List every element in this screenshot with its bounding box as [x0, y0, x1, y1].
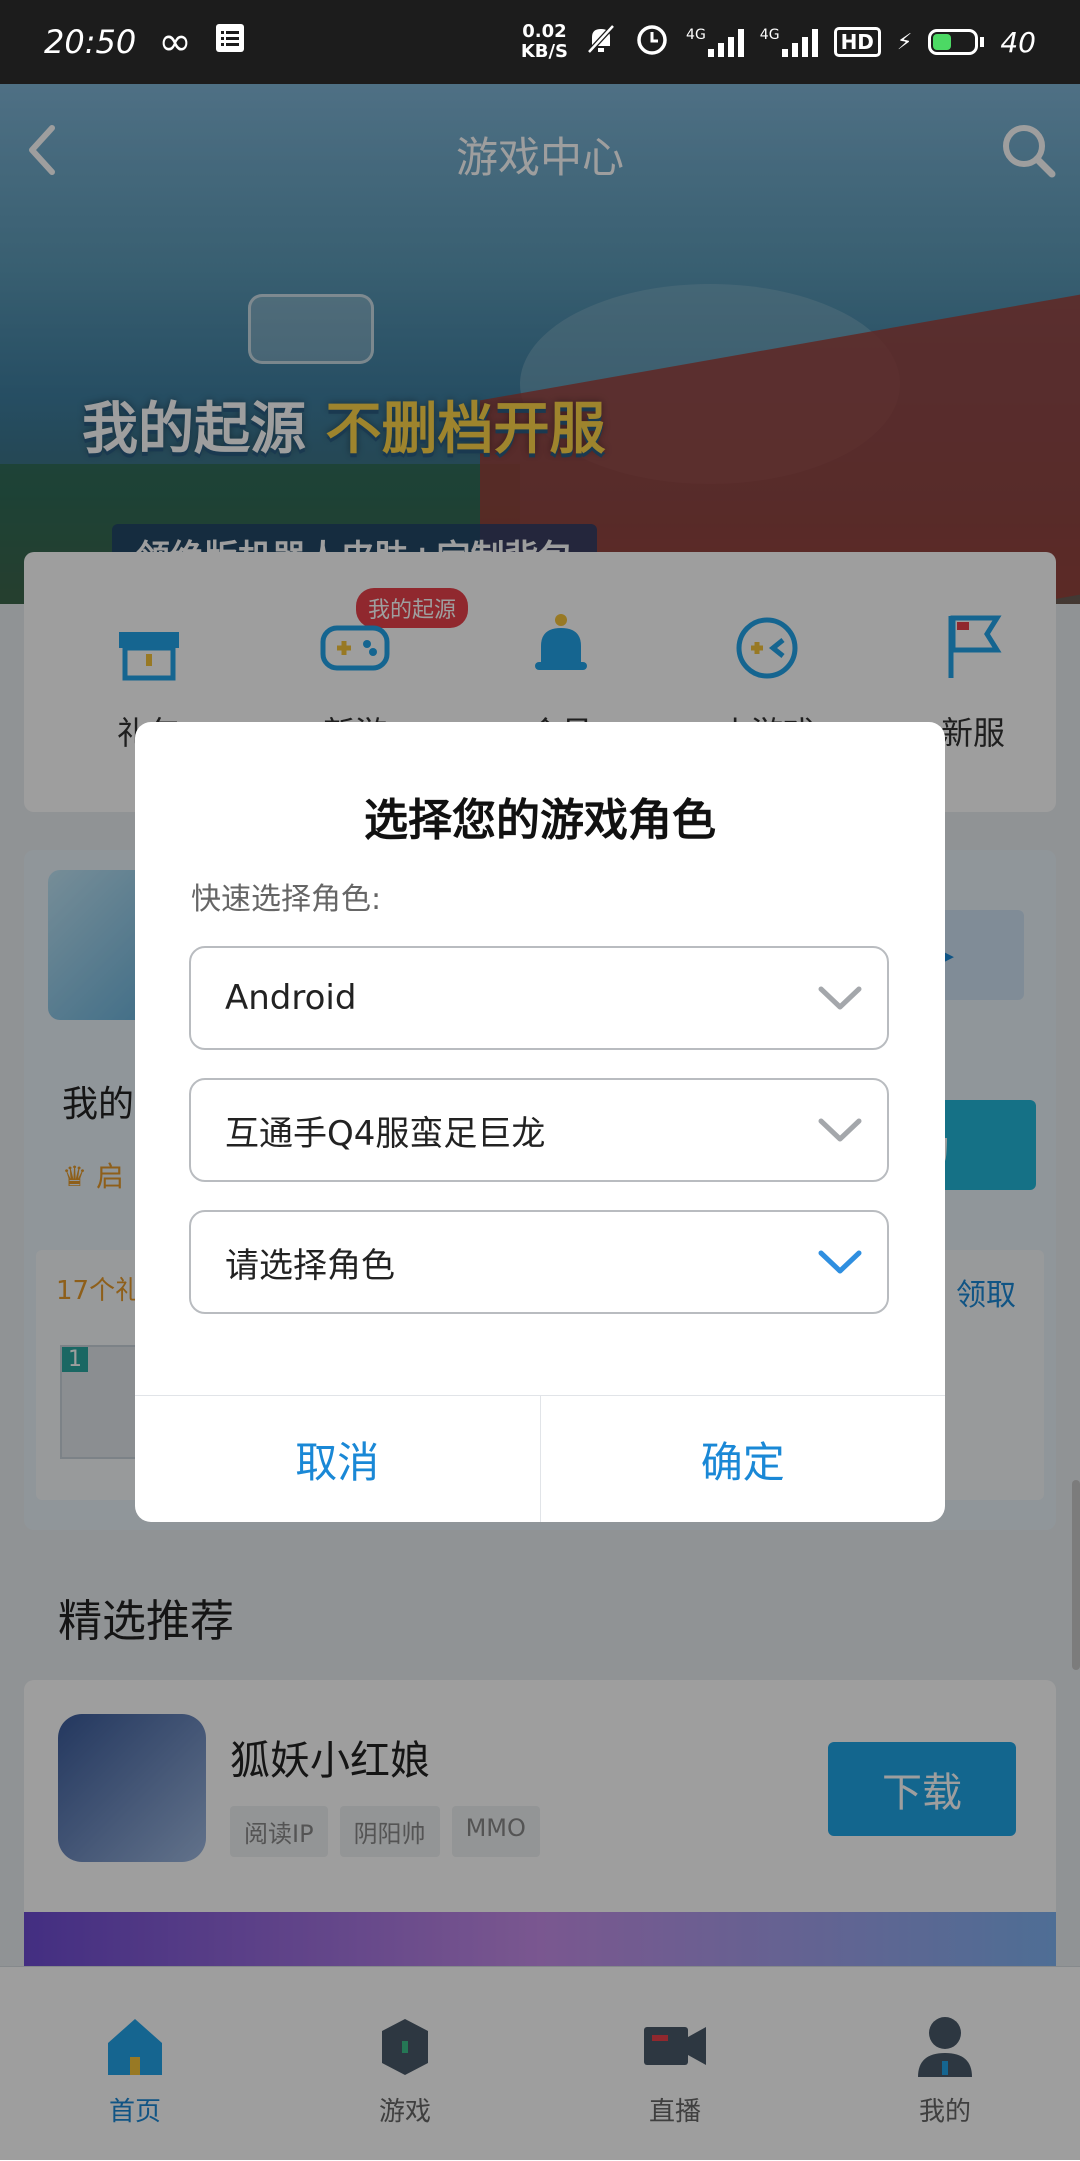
- mute-bell-icon: [584, 22, 618, 62]
- signal2-label: 4G: [759, 27, 780, 43]
- battery-cap: [980, 37, 985, 47]
- signal1-label: 4G: [686, 27, 706, 43]
- server-select-value: 互通手Q4服蛮足巨龙: [225, 1113, 546, 1154]
- dialog-hint: 快速选择角色:: [191, 882, 382, 917]
- battery-icon: [928, 29, 979, 55]
- dialog-title: 选择您的游戏角色: [364, 795, 716, 846]
- net-speed-unit: KB/S: [520, 41, 569, 62]
- hd-icon: HD: [833, 27, 881, 57]
- chevron-down-icon: [818, 1250, 862, 1274]
- signal-1: 4G: [686, 27, 744, 57]
- platform-select[interactable]: Android: [189, 946, 889, 1050]
- alarm-icon: [634, 21, 670, 63]
- server-select[interactable]: 互通手Q4服蛮足巨龙: [189, 1078, 889, 1182]
- charging-icon: ⚡: [896, 29, 913, 55]
- dialog-actions: 取消 确定: [135, 1395, 945, 1522]
- status-bar: 20:50 ∞ 0.02 KB/S 4G 4G HD ⚡ 40: [0, 0, 1080, 84]
- chevron-down-icon: [818, 1118, 862, 1142]
- infinity-icon: ∞: [158, 19, 192, 65]
- status-time: 20:50: [44, 23, 137, 61]
- role-select[interactable]: 请选择角色: [189, 1210, 889, 1314]
- signal-2: 4G: [760, 27, 818, 57]
- notes-icon: [214, 22, 246, 62]
- confirm-button[interactable]: 确定: [539, 1396, 946, 1522]
- net-speed-value: 0.02: [522, 21, 567, 42]
- signal-bars-icon: [781, 27, 818, 57]
- signal-bars-icon: [707, 27, 744, 57]
- net-speed: 0.02 KB/S: [521, 22, 568, 62]
- cancel-button[interactable]: 取消: [135, 1396, 540, 1522]
- role-select-placeholder: 请选择角色: [225, 1245, 395, 1286]
- role-select-dialog: 选择您的游戏角色 快速选择角色: Android 互通手Q4服蛮足巨龙 请选择角…: [135, 722, 945, 1522]
- platform-select-value: Android: [225, 978, 357, 1018]
- battery-level: 40: [1000, 25, 1036, 59]
- chevron-down-icon: [818, 986, 862, 1010]
